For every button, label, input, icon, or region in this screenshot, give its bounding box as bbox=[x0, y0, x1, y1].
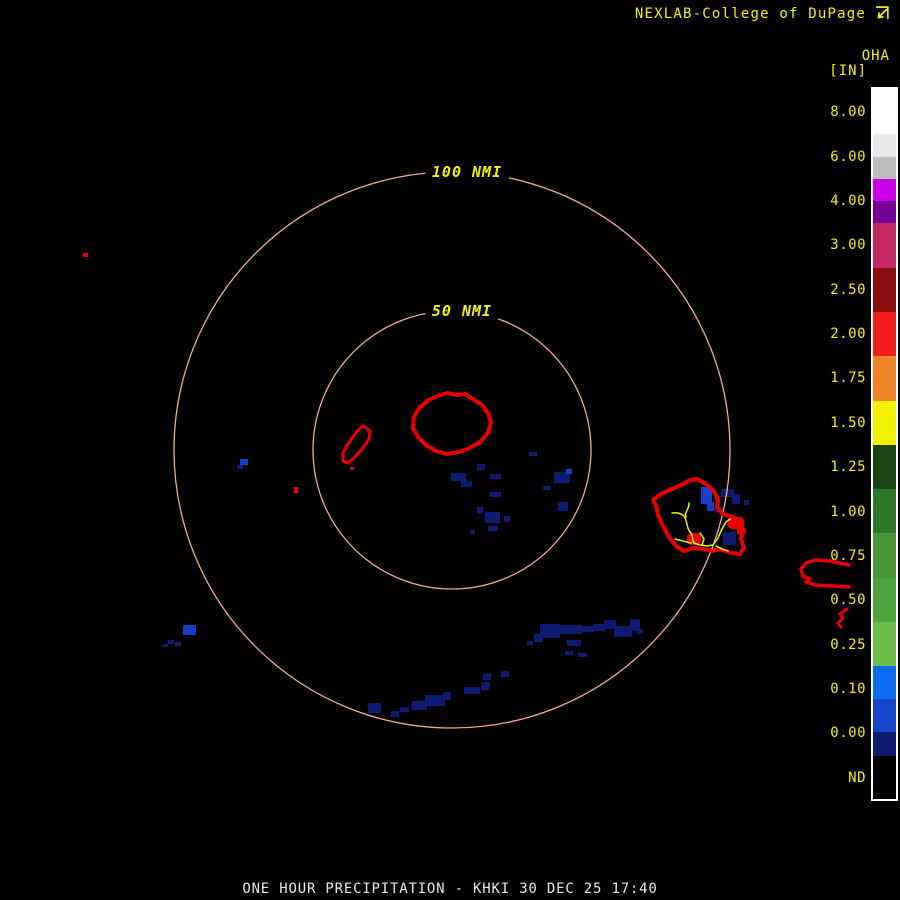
colorbar-segment bbox=[873, 578, 896, 622]
island-kauai bbox=[411, 391, 493, 456]
scale-value-label: 1.50 bbox=[830, 415, 866, 431]
scale-station-label: OHA bbox=[861, 48, 890, 64]
colorbar-segment bbox=[873, 134, 896, 157]
colorbar-segment bbox=[873, 157, 896, 179]
range-rings bbox=[173, 171, 731, 729]
colorbar-segment bbox=[873, 223, 896, 268]
colorbar-segment bbox=[873, 179, 896, 201]
scale-value-label: 6.00 bbox=[830, 149, 866, 165]
colorbar-segment bbox=[873, 268, 896, 312]
scale-value-label: 4.00 bbox=[830, 193, 866, 209]
colorbar-segment bbox=[873, 533, 896, 578]
scale-value-label: 1.75 bbox=[830, 370, 866, 386]
scale-value-label: 3.00 bbox=[830, 237, 866, 253]
island-niihau bbox=[341, 424, 372, 465]
colorbar-segment bbox=[873, 756, 896, 799]
svg-text:100 NMI: 100 NMI bbox=[432, 163, 502, 181]
radar-display: 100 NMI 50 NMI NEXLAB-College of DuPage O… bbox=[0, 0, 900, 900]
scale-value-label: 0.10 bbox=[830, 681, 866, 697]
product-caption: ONE HOUR PRECIPITATION - KHKI 30 DEC 25 … bbox=[242, 881, 658, 897]
colorbar-segment bbox=[873, 732, 896, 756]
island-lanai-squiggle bbox=[836, 607, 849, 629]
scale-value-label: 1.25 bbox=[830, 459, 866, 475]
colorbar-segment bbox=[873, 666, 896, 699]
colorbar-segment bbox=[873, 401, 896, 445]
scale-value-label: 2.50 bbox=[830, 282, 866, 298]
colorbar-segment bbox=[873, 699, 896, 732]
precip-echoes bbox=[163, 452, 749, 717]
scale-value-label: 1.00 bbox=[830, 504, 866, 520]
colorbar bbox=[871, 87, 898, 801]
colorbar-segment bbox=[873, 201, 896, 223]
scale-value-label: 0.00 bbox=[830, 725, 866, 741]
svg-text:50 NMI: 50 NMI bbox=[432, 302, 492, 320]
credit-banner: NEXLAB-College of DuPage bbox=[635, 5, 891, 22]
scale-value-label: 0.25 bbox=[830, 637, 866, 653]
colorbar-segment bbox=[873, 312, 896, 356]
scale-units-label: [IN] bbox=[829, 63, 867, 79]
colorbar-segment bbox=[873, 356, 896, 401]
ring-labels: 100 NMI 50 NMI bbox=[425, 163, 509, 320]
scale-value-label: 0.75 bbox=[830, 548, 866, 564]
dupage-logo-icon bbox=[876, 6, 889, 19]
colorbar-segment bbox=[873, 489, 896, 533]
scale-value-label: ND bbox=[848, 770, 866, 786]
scale-value-label: 2.00 bbox=[830, 326, 866, 342]
radar-map: 100 NMI 50 NMI bbox=[83, 163, 851, 729]
colorbar-segment bbox=[873, 622, 896, 666]
colorbar-segment bbox=[873, 89, 896, 134]
colorbar-segment bbox=[873, 445, 896, 489]
scale-value-label: 0.50 bbox=[830, 592, 866, 608]
credit-text: NEXLAB-College of DuPage bbox=[634, 5, 866, 22]
scale-value-label: 8.00 bbox=[830, 104, 866, 120]
